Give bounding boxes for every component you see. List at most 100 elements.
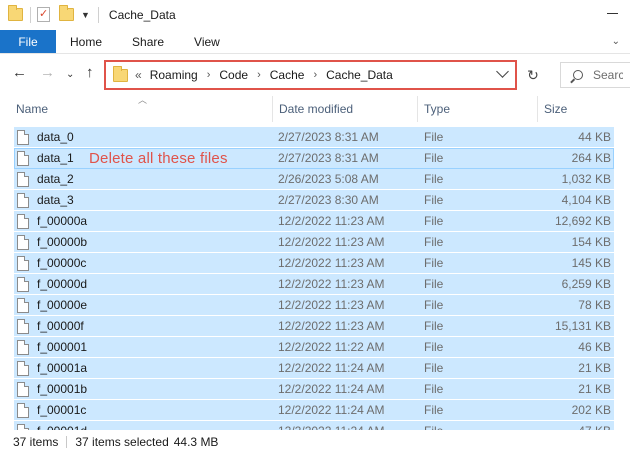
file-row[interactable]: f_00000d 12/2/2022 11:23 AM File 6,259 KB xyxy=(14,274,614,295)
file-date-modified: 2/27/2023 8:31 AM xyxy=(278,151,379,165)
breadcrumb-overflow-icon[interactable]: « xyxy=(135,68,142,82)
tab-file[interactable]: File xyxy=(0,30,56,53)
file-icon xyxy=(17,150,29,166)
file-size: 44 KB xyxy=(578,130,611,144)
folder-icon xyxy=(113,65,128,82)
file-name: data_0 xyxy=(37,130,74,144)
file-icon xyxy=(17,297,29,313)
file-name: f_00001d xyxy=(37,424,87,430)
breadcrumb-code[interactable]: Code xyxy=(219,68,248,82)
file-name: f_00000c xyxy=(37,256,87,270)
file-name: f_00000a xyxy=(37,214,88,228)
address-bar[interactable]: « Roaming › Code › Cache › Cache_Data xyxy=(104,60,517,90)
file-icon xyxy=(17,129,29,145)
file-row[interactable]: f_00001d 12/2/2022 11:24 AM File47 KB xyxy=(14,421,614,430)
file-name-cell: f_000001 xyxy=(17,337,272,357)
file-name-cell: f_00000a xyxy=(17,211,272,231)
file-icon xyxy=(17,402,29,418)
new-folder-icon[interactable] xyxy=(59,5,75,23)
column-header-date-modified[interactable]: Date modified xyxy=(273,96,416,122)
file-date-modified: 12/2/2022 11:23 AM xyxy=(278,235,385,249)
breadcrumb-cache-data[interactable]: Cache_Data xyxy=(326,68,393,82)
quick-access-dropdown-icon[interactable]: ▼ xyxy=(81,10,90,20)
file-name: f_00001c xyxy=(37,403,87,417)
column-header-type[interactable]: Type xyxy=(418,96,536,122)
file-row[interactable]: f_00001c 12/2/2022 11:24 AM File 202 KB xyxy=(14,400,614,421)
file-row[interactable]: f_00000c 12/2/2022 11:23 AM File 145 KB xyxy=(14,253,614,274)
file-row[interactable]: f_00001b 12/2/2022 11:24 AM File 21 KB xyxy=(14,379,614,400)
chevron-right-icon[interactable]: › xyxy=(257,69,261,81)
up-arrow-icon[interactable]: ↑ xyxy=(86,65,94,81)
file-row[interactable]: f_00000e 12/2/2022 11:23 AM File 78 KB xyxy=(14,295,614,316)
file-date-modified: 12/2/2022 11:23 AM xyxy=(278,277,385,291)
window-title: Cache_Data xyxy=(108,8,176,22)
file-icon xyxy=(17,255,29,271)
properties-icon[interactable] xyxy=(37,7,53,23)
breadcrumb-roaming[interactable]: Roaming xyxy=(150,68,198,82)
chevron-right-icon[interactable]: › xyxy=(313,69,317,81)
file-row[interactable]: f_00000a 12/2/2022 11:23 AM File 12,692 KB xyxy=(14,211,614,232)
recent-locations-chevron-icon[interactable]: ⌄ xyxy=(66,67,74,83)
file-size: 47 KB xyxy=(534,421,611,430)
file-name: f_00000e xyxy=(37,298,88,312)
tab-home[interactable]: Home xyxy=(56,30,117,53)
file-name: f_00000f xyxy=(37,319,84,333)
file-icon xyxy=(17,276,29,292)
chevron-down-icon[interactable] xyxy=(496,65,509,78)
divider xyxy=(30,7,31,23)
tab-view[interactable]: View xyxy=(179,30,235,53)
file-icon xyxy=(17,213,29,229)
file-type: File xyxy=(424,382,444,396)
file-row[interactable]: data_0 2/27/2023 8:31 AM File 44 KB xyxy=(14,127,614,148)
file-type: File xyxy=(424,421,534,430)
file-type: File xyxy=(424,130,444,144)
file-size: 202 KB xyxy=(571,403,611,417)
file-row[interactable]: f_00000f 12/2/2022 11:23 AM File 15,131 KB xyxy=(14,316,614,337)
file-icon xyxy=(17,423,29,430)
file-icon xyxy=(17,381,29,397)
file-name: f_000001 xyxy=(37,340,88,354)
file-size: 46 KB xyxy=(578,340,611,354)
back-arrow-icon[interactable]: ← xyxy=(12,65,27,81)
column-header-size[interactable]: Size xyxy=(538,96,628,122)
file-row[interactable]: f_000001 12/2/2022 11:22 AM File 46 KB xyxy=(14,337,614,358)
refresh-icon[interactable]: ↻ xyxy=(522,63,544,87)
forward-arrow-icon[interactable]: → xyxy=(40,65,55,81)
file-size: 264 KB xyxy=(571,151,611,165)
file-row[interactable]: data_2 2/26/2023 5:08 AM File 1,032 KB xyxy=(14,169,614,190)
file-type: File xyxy=(424,151,444,165)
file-row[interactable]: f_00001a 12/2/2022 11:24 AM File 21 KB xyxy=(14,358,614,379)
file-list[interactable]: data_0 2/27/2023 8:31 AM File 44 KB data_1 2/… xyxy=(14,127,614,430)
divider xyxy=(97,7,99,23)
file-type: File xyxy=(424,319,444,333)
file-date-modified: 12/2/2022 11:23 AM xyxy=(278,256,385,270)
file-type: File xyxy=(424,277,444,291)
file-name: data_3 xyxy=(37,193,74,207)
file-name: f_00001b xyxy=(37,382,88,396)
column-header-name[interactable]: Name xyxy=(10,96,272,122)
ribbon-tabs: File Home Share View ⌄ xyxy=(0,30,630,54)
file-name-cell: f_00001d xyxy=(17,421,272,430)
file-date-modified: 12/2/2022 11:23 AM xyxy=(278,214,385,228)
file-size: 21 KB xyxy=(578,382,611,396)
breadcrumb-cache[interactable]: Cache xyxy=(270,68,305,82)
file-name-cell: f_00001c xyxy=(17,400,272,420)
file-name-cell: data_3 xyxy=(17,190,272,210)
divider xyxy=(66,436,68,448)
file-row[interactable]: data_3 2/27/2023 8:30 AM File 4,104 KB xyxy=(14,190,614,211)
file-type: File xyxy=(424,256,444,270)
file-type: File xyxy=(424,340,444,354)
search-input[interactable]: Search xyxy=(560,62,630,88)
minimize-icon[interactable] xyxy=(606,6,620,20)
file-size: 154 KB xyxy=(571,235,611,249)
file-size: 1,032 KB xyxy=(561,172,611,186)
file-type: File xyxy=(424,193,444,207)
chevron-right-icon[interactable]: › xyxy=(207,69,211,81)
file-name: f_00000d xyxy=(37,277,88,291)
file-icon xyxy=(17,171,29,187)
file-row[interactable]: f_00000b 12/2/2022 11:23 AM File 154 KB xyxy=(14,232,614,253)
expand-ribbon-icon[interactable]: ⌄ xyxy=(612,36,620,47)
file-date-modified: 12/2/2022 11:23 AM xyxy=(278,298,385,312)
file-name-cell: f_00000c xyxy=(17,253,272,273)
tab-share[interactable]: Share xyxy=(117,30,179,53)
